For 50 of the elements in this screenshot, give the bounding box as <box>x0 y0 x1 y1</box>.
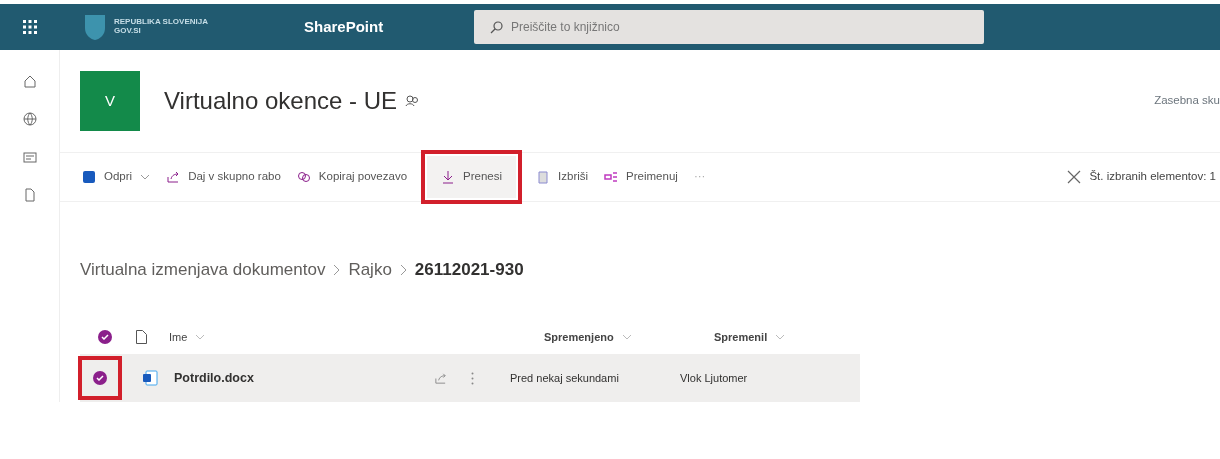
column-header[interactable]: Spremenjeno <box>544 328 614 346</box>
rename-button[interactable]: Preimenuj <box>598 164 684 190</box>
chevron-down-icon <box>195 334 206 340</box>
breadcrumb-item[interactable]: Virtualna izmenjava dokumentov <box>80 257 326 283</box>
delete-button[interactable]: Izbriši <box>530 164 595 190</box>
site-title[interactable]: Virtualno okence - UE <box>164 83 397 119</box>
chevron-down-icon <box>775 334 786 340</box>
download-icon <box>441 170 456 184</box>
org-site: GOV.SI <box>114 27 142 36</box>
checkmark-icon <box>101 334 109 340</box>
file-icon[interactable] <box>22 188 37 202</box>
word-button[interactable]: Odpri <box>76 164 157 190</box>
breadcrumb-item[interactable]: 26112021-930 <box>414 257 524 283</box>
trash-icon <box>536 170 551 184</box>
link-icon <box>296 170 311 184</box>
file-name[interactable]: Potrdilo.docx <box>174 368 434 388</box>
select-all-checkbox[interactable] <box>98 330 112 344</box>
breadcrumb-item[interactable]: Rajko <box>348 257 392 283</box>
word-document-icon <box>142 370 158 386</box>
globe-icon[interactable] <box>22 112 37 126</box>
file-row[interactable]: Potrdilo.docx Pred nekaj sekundami Vlok Ljutomer <box>80 354 860 402</box>
chevron-down-icon <box>621 334 632 340</box>
chevron-right-icon <box>333 264 341 276</box>
more-vertical-icon[interactable] <box>471 371 474 385</box>
app-launcher-icon[interactable] <box>22 19 38 35</box>
rename-icon <box>604 170 619 184</box>
share-button[interactable]: Daj v skupno rabo <box>160 164 287 190</box>
column-header[interactable]: Spremenil <box>714 328 768 346</box>
chevron-right-icon <box>399 264 407 276</box>
search-field[interactable]: Preiščite to knjižnico <box>474 10 984 44</box>
checkmark-icon <box>96 375 104 381</box>
column-header[interactable]: Ime <box>169 328 188 346</box>
file-type-icon <box>136 330 147 344</box>
selection-count: Št. izbranih elementov: 1 <box>1089 169 1216 185</box>
word-icon <box>82 170 96 184</box>
home-icon[interactable] <box>22 74 37 88</box>
link-button[interactable]: Kopiraj povezavo <box>290 164 414 190</box>
site-logo-tile[interactable]: V <box>80 71 140 131</box>
app-name[interactable]: SharePoint <box>304 15 474 39</box>
search-icon <box>490 20 503 34</box>
search-placeholder: Preiščite to knjižnico <box>511 19 620 36</box>
share-icon <box>166 170 181 184</box>
row-checkbox[interactable] <box>93 371 107 385</box>
people-icon <box>405 95 419 107</box>
close-icon[interactable] <box>1067 170 1082 184</box>
modified-by-cell-text: Vlok Ljutomer <box>680 370 748 386</box>
privacy-label: Zasebna sku <box>1154 93 1220 109</box>
org-name: REPUBLIKA SLOVENIJA <box>114 18 208 27</box>
modified-cell-text: Pred nekaj sekundami <box>510 370 620 386</box>
shield-logo-icon <box>84 13 106 41</box>
